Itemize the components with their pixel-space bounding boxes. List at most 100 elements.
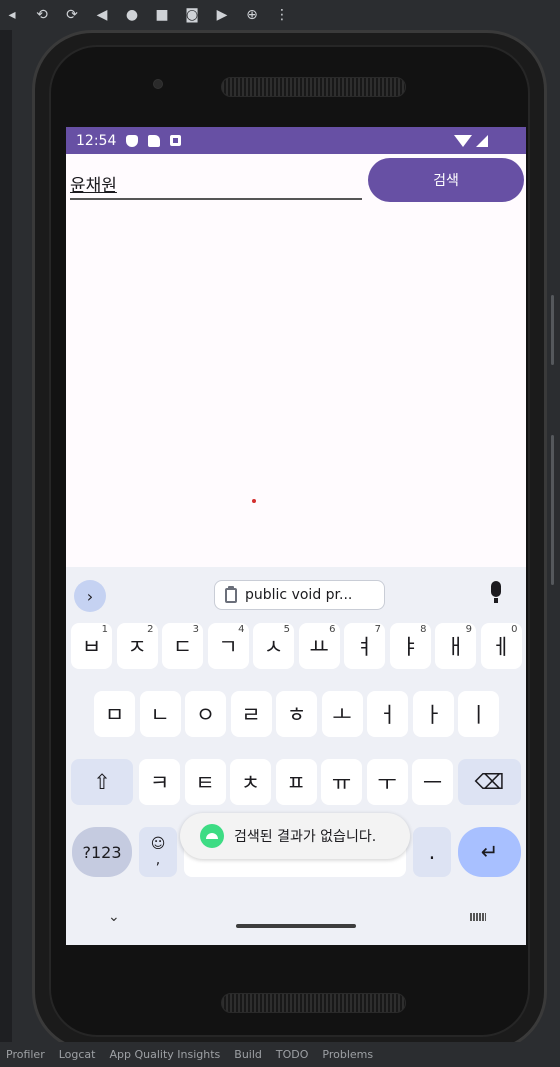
status-time: 12:54 xyxy=(76,132,117,149)
key-ㅊ[interactable]: ㅊ xyxy=(230,759,271,805)
key-ㅌ[interactable]: ㅌ xyxy=(184,759,226,805)
key-ㅋ[interactable]: ㅋ xyxy=(139,759,180,805)
key-ㅛ[interactable]: ㅛ6 xyxy=(298,623,340,669)
android-icon xyxy=(200,824,224,848)
home-icon[interactable]: ● xyxy=(124,7,140,23)
key-ㅏ[interactable]: ㅏ xyxy=(412,691,454,737)
key-label: ㄷ xyxy=(172,635,193,659)
key-label: ㅜ xyxy=(377,771,397,795)
key-label: ㅠ xyxy=(331,771,352,795)
navigation-bar: ⌄ xyxy=(66,893,526,945)
key-number-hint: 2 xyxy=(147,624,154,635)
ide-tool-tab[interactable]: Problems xyxy=(322,1048,373,1061)
key-ㅅ[interactable]: ㅅ5 xyxy=(253,623,294,669)
status-bar: 12:54 xyxy=(66,127,526,154)
key-number-hint: 3 xyxy=(192,624,199,635)
key-label: ㄱ xyxy=(218,635,238,659)
key-label: ㅇ xyxy=(195,703,216,727)
key-ㅍ[interactable]: ㅍ xyxy=(275,759,317,805)
volume-icon[interactable]: ◂ xyxy=(4,7,20,23)
key-label: ㅛ xyxy=(309,635,329,659)
search-button[interactable]: 검색 xyxy=(368,158,524,202)
key-label: ㅅ xyxy=(263,635,284,659)
microphone-icon[interactable] xyxy=(491,581,501,603)
numbers-key[interactable]: ?123 xyxy=(72,827,132,877)
chevron-right-icon[interactable]: › xyxy=(74,580,106,612)
backspace-key[interactable]: ⌫ xyxy=(458,759,521,805)
more-icon[interactable]: ⋮ xyxy=(274,7,290,23)
camera-icon[interactable]: ◙ xyxy=(184,7,200,23)
toast-text: 검색된 결과가 없습니다. xyxy=(234,829,377,845)
period-key[interactable]: . xyxy=(413,827,451,877)
soft-keyboard: › public void pr... ⇧ ⌫ ?123 ☺ , . ↵ 검색된… xyxy=(66,567,526,945)
key-ㅁ[interactable]: ㅁ xyxy=(94,691,135,737)
key-label: ㅡ xyxy=(422,771,443,795)
key-ㅣ[interactable]: ㅣ xyxy=(458,691,499,737)
key-ㄷ[interactable]: ㄷ3 xyxy=(162,623,203,669)
key-label: ㅋ xyxy=(149,771,170,795)
key-label: ㅍ xyxy=(286,771,306,795)
clipboard-text: public void pr... xyxy=(245,587,353,603)
key-ㅂ[interactable]: ㅂ1 xyxy=(71,623,112,669)
ide-tool-tab[interactable]: Profiler xyxy=(6,1048,45,1061)
touch-indicator-dot xyxy=(252,499,256,503)
search-input[interactable] xyxy=(70,164,362,200)
ide-scrollbar-lower[interactable] xyxy=(551,435,554,585)
key-number-hint: 0 xyxy=(511,624,518,635)
key-label: ㅎ xyxy=(286,703,307,727)
key-label: ㅏ xyxy=(423,703,443,727)
ide-tool-tab[interactable]: TODO xyxy=(276,1048,309,1061)
device-screen: 12:54 검색 › public void pr... ⇧ ⌫ xyxy=(66,127,526,945)
key-ㅡ[interactable]: ㅡ xyxy=(412,759,453,805)
enter-key[interactable]: ↵ xyxy=(458,827,521,877)
key-ㅎ[interactable]: ㅎ xyxy=(276,691,317,737)
keyboard-switch-icon[interactable] xyxy=(470,913,486,921)
ide-tool-tab[interactable]: App Quality Insights xyxy=(109,1048,220,1061)
ide-scrollbar-upper[interactable] xyxy=(551,295,554,365)
search-row: 검색 xyxy=(66,154,526,206)
key-ㅜ[interactable]: ㅜ xyxy=(366,759,408,805)
chevron-down-icon[interactable]: ⌄ xyxy=(108,909,120,925)
key-ㅕ[interactable]: ㅕ7 xyxy=(344,623,385,669)
toast-message: 검색된 결과가 없습니다. xyxy=(180,813,410,859)
key-ㅇ[interactable]: ㅇ xyxy=(185,691,226,737)
key-label: ㅓ xyxy=(377,703,398,727)
ide-tool-tab[interactable]: Build xyxy=(234,1048,262,1061)
key-ㅐ[interactable]: ㅐ9 xyxy=(435,623,476,669)
ide-left-gutter xyxy=(0,30,12,1042)
signal-icon xyxy=(476,134,488,147)
bottom-speaker xyxy=(221,993,406,1013)
overview-icon[interactable]: ■ xyxy=(154,7,170,23)
clipboard-suggestion[interactable]: public void pr... xyxy=(214,580,385,610)
clipboard-icon xyxy=(225,585,237,603)
app-notification-icon xyxy=(170,135,182,146)
key-ㄹ[interactable]: ㄹ xyxy=(230,691,272,737)
record-icon[interactable]: ▶ xyxy=(214,7,230,23)
key-ㄴ[interactable]: ㄴ xyxy=(139,691,181,737)
key-ㅓ[interactable]: ㅓ xyxy=(367,691,408,737)
key-ㅗ[interactable]: ㅗ xyxy=(321,691,363,737)
shield-icon xyxy=(126,134,139,147)
key-ㅈ[interactable]: ㅈ2 xyxy=(116,623,158,669)
rotate-left-icon[interactable]: ⟲ xyxy=(34,7,50,23)
shift-key[interactable]: ⇧ xyxy=(71,759,133,805)
front-camera xyxy=(153,79,163,89)
key-number-hint: 4 xyxy=(238,624,245,635)
ide-bottom-bar: Profiler Logcat App Quality Insights Build T… xyxy=(0,1042,560,1067)
key-ㅑ[interactable]: ㅑ8 xyxy=(389,623,431,669)
key-number-hint: 8 xyxy=(420,624,427,635)
rotate-right-icon[interactable]: ⟳ xyxy=(64,7,80,23)
snapshot-icon[interactable]: ⊕ xyxy=(244,7,260,23)
key-number-hint: 1 xyxy=(101,624,108,635)
back-icon[interactable]: ◀ xyxy=(94,7,110,23)
wifi-icon xyxy=(454,134,472,147)
ide-tool-tab[interactable]: Logcat xyxy=(59,1048,96,1061)
key-ㅔ[interactable]: ㅔ0 xyxy=(480,623,522,669)
key-label: ㅐ xyxy=(445,635,466,659)
emoji-key[interactable]: ☺ , xyxy=(139,827,177,877)
key-ㄱ[interactable]: ㄱ4 xyxy=(207,623,249,669)
key-label: ㅁ xyxy=(104,703,125,727)
key-ㅠ[interactable]: ㅠ xyxy=(321,759,362,805)
key-number-hint: 9 xyxy=(465,624,472,635)
home-gesture-bar[interactable] xyxy=(236,924,356,928)
